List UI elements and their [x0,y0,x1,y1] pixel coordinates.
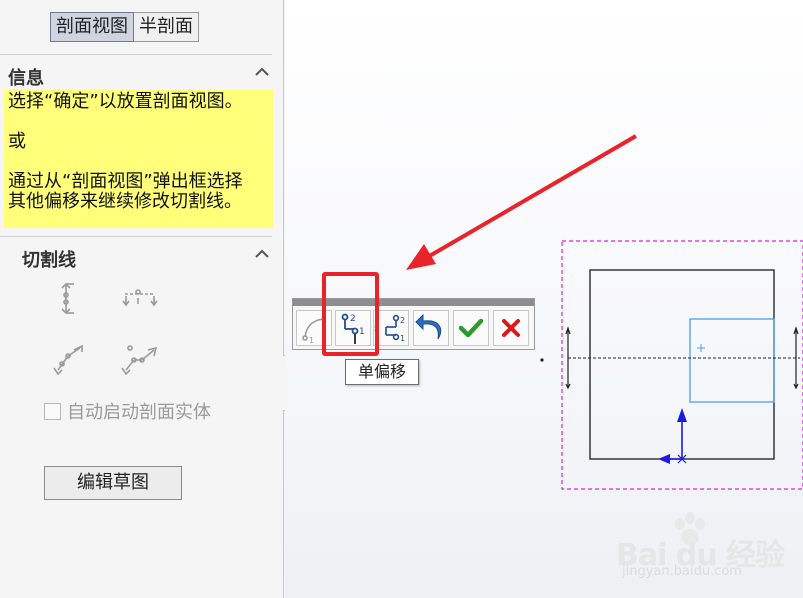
info-section-title: 信息 [8,68,44,89]
auto-section-checkbox[interactable] [44,402,61,420]
info-message-box: 选择“确定”以放置剖面视图。 或 通过从“剖面视图”弹出框选择 其他偏移来继续修… [4,90,273,228]
red-highlight-box [322,272,379,356]
point-offset-icon: 5 2 1 [374,314,405,343]
svg-text:2: 2 [400,316,405,325]
horizontal-cut-icon[interactable] [122,286,158,320]
confirm-button[interactable] [453,310,489,346]
confirm-check-icon [458,318,484,338]
section-view-drawing[interactable] [530,236,803,494]
chevron-up-icon[interactable] [252,244,272,264]
cutting-line-section-header[interactable]: 切割线 [0,240,272,272]
vertical-cut-icon[interactable] [50,282,86,316]
undo-icon [415,313,442,340]
info-or-text: 或 [8,131,26,152]
svg-text:1: 1 [400,334,405,343]
toolbar-tooltip: 单偏移 [345,359,419,385]
info-message-line: 其他偏移来继续修改切割线。 [8,191,242,212]
info-section-header[interactable]: 信息 [0,58,272,90]
svg-text:1: 1 [309,336,314,345]
tab-section-view[interactable]: 剖面视图 [50,12,134,42]
cancel-button[interactable] [493,310,529,346]
divider [0,236,272,237]
auto-section-label: 自动启动剖面实体 [67,402,211,423]
view-type-tabs: 剖面视图 半剖面 [50,12,199,42]
cancel-x-icon [502,319,520,337]
info-message-line: 选择“确定”以放置剖面视图。 [8,91,243,112]
watermark-url: jingyan.baidu.com [622,564,742,579]
tab-half-section[interactable]: 半剖面 [134,12,199,42]
info-message-line: 通过从“剖面视图”弹出框选择 [8,171,243,192]
property-manager-panel: 剖面视图 半剖面 信息 选择“确定”以放置剖面视图。 或 通过从“剖面视图”弹出… [0,0,284,598]
auto-section-option[interactable]: 自动启动剖面实体 [44,398,211,424]
divider [0,54,272,55]
chevron-up-icon[interactable] [252,62,272,82]
aligned-offset-cut-icon[interactable] [120,340,158,376]
aligned-cut-icon[interactable] [50,340,86,376]
baidu-watermark: Bai du 经验 jingyan.baidu.com [612,510,792,588]
cutting-line-section-title: 切割线 [22,250,76,271]
undo-button[interactable] [413,310,449,346]
edit-sketch-button[interactable]: 编辑草图 [44,466,182,500]
